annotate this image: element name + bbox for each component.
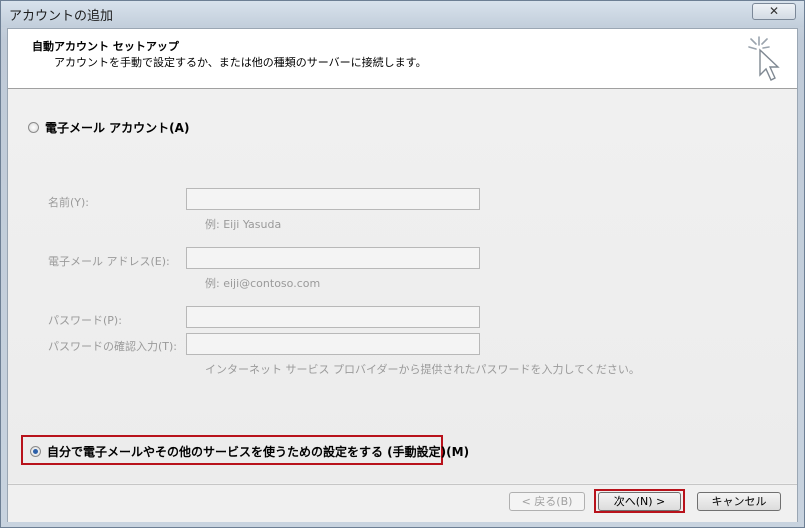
window-title: アカウントの追加 — [9, 9, 114, 24]
wizard-body: 電子メール アカウント(A) 名前(Y): 例: Eiji Yasuda 電子メ… — [8, 91, 797, 483]
manual-setup-label: 自分で電子メールやその他のサービスを使うための設定をする (手動設定)(M) — [47, 445, 470, 459]
email-address-label: 電子メール アドレス(E): — [48, 255, 170, 268]
add-account-dialog: アカウントの追加 ✕ 自動アカウント セットアップ アカウントを手動で設定するか… — [0, 0, 805, 528]
email-account-option[interactable]: 電子メール アカウント(A) — [28, 119, 189, 136]
title-bar[interactable]: アカウントの追加 ✕ — [1, 1, 804, 27]
header-subtitle: アカウントを手動で設定するか、または他の種類のサーバーに接続します。 — [54, 56, 427, 69]
cancel-button[interactable]: キャンセル — [697, 492, 781, 511]
dialog-client-area: 自動アカウント セットアップ アカウントを手動で設定するか、または他の種類のサー… — [7, 28, 798, 522]
back-button[interactable]: < 戻る(B) — [509, 492, 585, 511]
wizard-header: 自動アカウント セットアップ アカウントを手動で設定するか、または他の種類のサー… — [8, 29, 797, 89]
password-confirm-label: パスワードの確認入力(T): — [48, 340, 178, 353]
close-icon: ✕ — [768, 4, 780, 18]
email-account-radio[interactable] — [28, 122, 39, 133]
close-button[interactable]: ✕ — [752, 3, 796, 20]
name-hint: 例: Eiji Yasuda — [205, 218, 282, 231]
password-input[interactable] — [186, 306, 480, 328]
name-input[interactable] — [186, 188, 480, 210]
password-label: パスワード(P): — [48, 314, 122, 327]
next-button[interactable]: 次へ(N) > — [598, 492, 681, 511]
email-address-input[interactable] — [186, 247, 480, 269]
email-hint: 例: eiji@contoso.com — [205, 277, 321, 290]
password-hint: インターネット サービス プロバイダーから提供されたパスワードを入力してください… — [205, 363, 640, 376]
manual-setup-radio[interactable] — [30, 446, 41, 457]
name-label: 名前(Y): — [48, 196, 90, 209]
wizard-cursor-icon — [748, 36, 780, 81]
wizard-footer: < 戻る(B) 次へ(N) > キャンセル — [8, 484, 797, 522]
manual-setup-option[interactable]: 自分で電子メールやその他のサービスを使うための設定をする (手動設定)(M) — [30, 443, 469, 460]
email-account-label: 電子メール アカウント(A) — [45, 121, 190, 135]
password-confirm-input[interactable] — [186, 333, 480, 355]
header-title: 自動アカウント セットアップ — [32, 40, 179, 53]
